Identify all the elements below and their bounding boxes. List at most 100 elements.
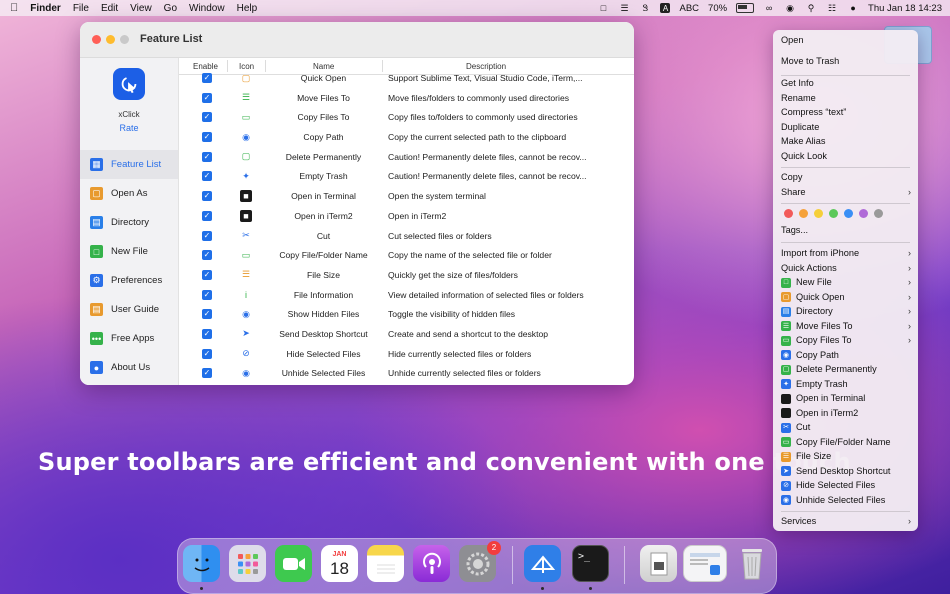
table-row[interactable]: ✓ ▢ Delete Permanently Caution! Permanently…: [179, 148, 634, 168]
sidebar-item-box[interactable]: ▢ Open As: [80, 179, 178, 208]
xclick-menu-item[interactable]: ▭ Copy Files To ›: [781, 334, 911, 347]
layers-icon[interactable]: ☰: [618, 3, 630, 13]
xclick-menu-item[interactable]: ▢ Delete Permanently: [781, 363, 911, 376]
xclick-menu-item[interactable]: ▤ Directory ›: [781, 305, 911, 318]
xclick-menu-item[interactable]: ☰ Move Files To ›: [781, 320, 911, 333]
enable-checkbox[interactable]: ✓: [202, 132, 212, 143]
tag-color-dot[interactable]: [829, 209, 838, 218]
siri-icon[interactable]: ●: [847, 3, 859, 13]
tag-color-dot[interactable]: [814, 209, 823, 218]
sidebar-item-dots[interactable]: ••• Free Apps: [80, 324, 178, 353]
tags-menu-item[interactable]: Tags...: [781, 224, 911, 237]
enable-checkbox[interactable]: ✓: [202, 348, 212, 359]
services-menu-item[interactable]: Services ›: [781, 515, 911, 528]
table-row[interactable]: ✓ ◉ Copy Path Copy the current selected pat…: [179, 128, 634, 148]
menu-item[interactable]: Copy: [781, 171, 911, 184]
battery-icon[interactable]: [736, 3, 755, 13]
enable-checkbox[interactable]: ✓: [202, 289, 212, 300]
minimize-button[interactable]: [106, 35, 115, 44]
tag-color-dot[interactable]: [859, 209, 868, 218]
close-button[interactable]: [92, 35, 101, 44]
menu-item[interactable]: Rename: [781, 92, 911, 105]
table-row[interactable]: ✓ ☰ File Size Quickly get the size of files…: [179, 266, 634, 286]
menu-item[interactable]: Duplicate: [781, 121, 911, 134]
enable-checkbox[interactable]: ✓: [202, 73, 212, 83]
xclick-menu-item[interactable]: Open in Terminal: [781, 392, 911, 405]
enable-checkbox[interactable]: ✓: [202, 250, 212, 261]
xclick-menu-item[interactable]: ➤ Send Desktop Shortcut: [781, 465, 911, 478]
table-row[interactable]: ✓ ■ Open in iTerm2 Open in iTerm2: [179, 207, 634, 227]
xclick-menu-item[interactable]: ▢ Quick Open ›: [781, 291, 911, 304]
table-row[interactable]: ✓ ✂ Cut Cut selected files or folders: [179, 227, 634, 247]
table-row[interactable]: ✓ ▢ Quick Open Support Sublime Text, Visual…: [179, 69, 634, 89]
tag-color-dot[interactable]: [799, 209, 808, 218]
xclick-status-icon[interactable]: □: [597, 3, 609, 13]
enable-checkbox[interactable]: ✓: [202, 368, 212, 379]
user-icon[interactable]: ◉: [784, 3, 796, 13]
enable-checkbox[interactable]: ✓: [202, 309, 212, 320]
enable-checkbox[interactable]: ✓: [202, 230, 212, 241]
table-row[interactable]: ✓ ▭ Copy Files To Copy files to/folders to …: [179, 108, 634, 128]
xclick-menu-item[interactable]: □ New File ›: [781, 276, 911, 289]
tag-color-dot[interactable]: [874, 209, 883, 218]
screen-icon[interactable]: [683, 545, 727, 582]
finder-icon[interactable]: [183, 545, 220, 582]
xclick-menu-item[interactable]: ✦ Empty Trash: [781, 378, 911, 391]
menu-window[interactable]: Window: [189, 3, 225, 14]
notes-icon[interactable]: [367, 545, 404, 582]
table-row[interactable]: ✓ ✦ Empty Trash Caution! Permanently delete…: [179, 167, 634, 187]
menu-item[interactable]: Quick Look: [781, 150, 911, 163]
menu-item[interactable]: Quick Actions ›: [781, 262, 911, 275]
enable-checkbox[interactable]: ✓: [202, 269, 212, 280]
table-row[interactable]: ✓ ➤ Send Desktop Shortcut Create and send a…: [179, 325, 634, 345]
menu-view[interactable]: View: [130, 3, 152, 14]
enable-checkbox[interactable]: ✓: [202, 328, 212, 339]
bluetooth-icon[interactable]: Ꮥ: [639, 3, 651, 13]
enable-checkbox[interactable]: ✓: [202, 112, 212, 123]
menu-file[interactable]: File: [73, 3, 89, 14]
trash-icon[interactable]: [733, 545, 770, 582]
xclick-menu-item[interactable]: ⊘ Hide Selected Files: [781, 479, 911, 492]
xclick-icon[interactable]: [524, 545, 561, 582]
preview-icon[interactable]: [640, 545, 677, 582]
table-row[interactable]: ✓ ☰ Move Files To Move files/folders to com…: [179, 89, 634, 109]
input-source-icon[interactable]: A: [660, 3, 671, 13]
rate-link[interactable]: Rate: [80, 123, 178, 133]
apple-icon[interactable]: : [10, 2, 18, 14]
xclick-menu-item[interactable]: ◉ Unhide Selected Files: [781, 494, 911, 507]
menu-item[interactable]: Make Alias: [781, 135, 911, 148]
sidebar-item-file[interactable]: □ New File: [80, 237, 178, 266]
menu-item[interactable]: Move to Trash: [781, 55, 911, 68]
launchpad-icon[interactable]: [229, 545, 266, 582]
table-row[interactable]: ✓ ⊘ Hide Selected Files Hide currently sele…: [179, 345, 634, 365]
menu-item[interactable]: Share ›: [781, 186, 911, 199]
table-row[interactable]: ✓ ◉ Show Hidden Files Toggle the visibility…: [179, 305, 634, 325]
enable-checkbox[interactable]: ✓: [202, 210, 212, 221]
xclick-menu-item[interactable]: ◉ Copy Path: [781, 349, 911, 362]
sidebar-item-book[interactable]: ▤ User Guide: [80, 295, 178, 324]
system-settings-icon[interactable]: 2: [459, 541, 501, 582]
enable-checkbox[interactable]: ✓: [202, 191, 212, 202]
link-icon[interactable]: ∞: [763, 3, 775, 13]
xclick-menu-item[interactable]: ▭ Copy File/Folder Name: [781, 436, 911, 449]
facetime-icon[interactable]: [275, 545, 312, 582]
table-row[interactable]: ✓ i File Information View detailed informat…: [179, 286, 634, 306]
sidebar-item-gear[interactable]: ⚙ Preferences: [80, 266, 178, 295]
enable-checkbox[interactable]: ✓: [202, 92, 212, 103]
enable-checkbox[interactable]: ✓: [202, 151, 212, 162]
menu-help[interactable]: Help: [237, 3, 258, 14]
menu-go[interactable]: Go: [164, 3, 177, 14]
table-row[interactable]: ✓ ◉ Unhide Selected Files Unhide currently …: [179, 364, 634, 384]
tag-color-dot[interactable]: [844, 209, 853, 218]
xclick-menu-item[interactable]: Open in iTerm2: [781, 407, 911, 420]
menu-item[interactable]: Get Info: [781, 77, 911, 90]
sidebar-item-folder[interactable]: ▤ Directory: [80, 208, 178, 237]
terminal-icon[interactable]: >_: [572, 545, 609, 582]
search-icon[interactable]: ⚲: [805, 3, 817, 13]
sidebar-item-grid[interactable]: ▦ Feature List: [80, 150, 178, 179]
enable-checkbox[interactable]: ✓: [202, 171, 212, 182]
control-center-icon[interactable]: ☷: [826, 3, 838, 13]
menu-item[interactable]: Compress “text”: [781, 106, 911, 119]
xclick-menu-item[interactable]: ✂ Cut: [781, 421, 911, 434]
input-source-label[interactable]: ABC: [679, 3, 699, 14]
